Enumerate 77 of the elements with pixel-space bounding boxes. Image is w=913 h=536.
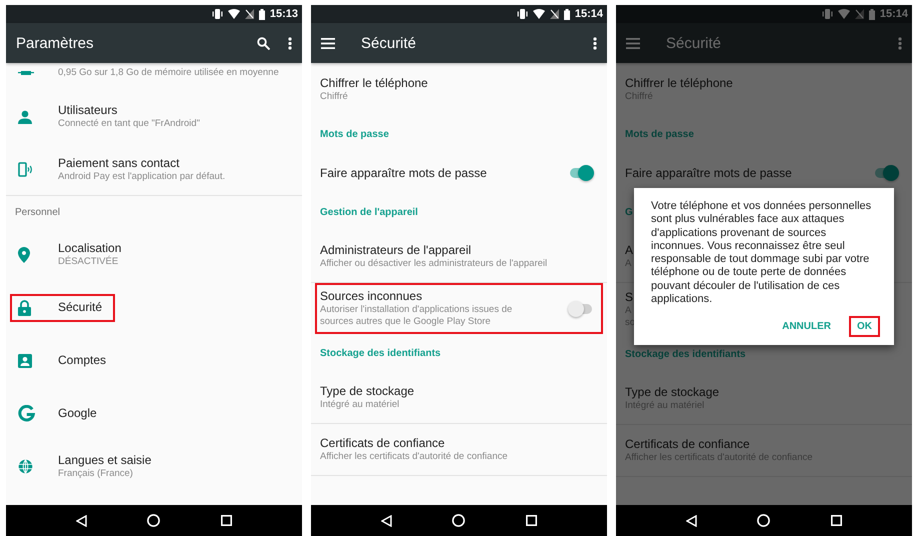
search-icon[interactable]	[257, 36, 270, 50]
home-icon[interactable]	[452, 514, 466, 527]
back-icon[interactable]	[686, 514, 698, 526]
setting-summary: Connecté en tant que "FrAndroid"	[58, 118, 200, 130]
back-icon[interactable]	[76, 514, 88, 526]
person-icon	[18, 110, 32, 124]
home-icon[interactable]	[757, 514, 770, 527]
setting-title[interactable]: Comptes	[58, 353, 106, 368]
toggle-switch[interactable]	[570, 304, 592, 314]
toolbar-title: Paramètres	[16, 34, 95, 52]
status-time: 15:14	[574, 8, 603, 20]
account-box-icon	[18, 354, 32, 368]
setting-summary: Android Pay est l'application par défaut.	[58, 170, 226, 182]
more-options-icon[interactable]	[593, 36, 597, 50]
setting-title[interactable]: Sécurité	[58, 300, 102, 315]
setting-title[interactable]: Utilisateurs	[58, 103, 118, 118]
setting-title[interactable]: Langues et saisie	[58, 453, 152, 468]
section-header: Gestion de l'appareil	[320, 206, 418, 218]
section-header: Mots de passe	[320, 128, 389, 140]
section-header: Personnel	[15, 206, 60, 218]
menu-icon[interactable]	[321, 38, 335, 48]
phone-nfc-icon	[18, 162, 33, 176]
setting-summary: Chiffré	[320, 90, 348, 102]
setting-title[interactable]: Certificats de confiance	[320, 436, 445, 451]
setting-title[interactable]: Faire apparaître mots de passe	[625, 166, 792, 180]
section-header: Mots de passe	[625, 128, 694, 140]
memory-chip-icon	[18, 70, 34, 76]
setting-title[interactable]: Google	[58, 406, 97, 421]
setting-summary: Afficher ou désactiver les administrateurs de l'appareil	[320, 258, 548, 270]
toolbar-title: Sécurité	[666, 34, 722, 52]
setting-title[interactable]: Faire apparaître mots de passe	[320, 166, 487, 180]
setting-summary: Afficher les certificats d'autorité de confiance	[320, 451, 508, 463]
setting-title[interactable]: Certificats de confiance	[625, 437, 750, 452]
wifi-icon	[532, 9, 545, 19]
wifi-icon	[838, 9, 850, 19]
no-signal-icon	[244, 9, 254, 19]
vibrate-icon	[822, 9, 833, 19]
vibrate-icon	[516, 9, 528, 19]
battery-icon	[564, 8, 570, 20]
setting-summary: Autoriser l'installation d'applications issues de sources autres que le Google Play Store	[320, 304, 512, 328]
setting-title[interactable]: Localisation	[58, 241, 122, 256]
setting-title[interactable]: Chiffrer le téléphone	[320, 76, 428, 90]
setting-summary: 0,95 Go sur 1,8 Go de mémoire utilisée en moyenne	[58, 67, 279, 79]
section-header: Stockage des identifiants	[625, 348, 746, 360]
setting-summary: DÉSACTIVÉE	[58, 256, 118, 268]
no-signal-icon	[854, 9, 864, 19]
section-header: G	[625, 206, 633, 218]
setting-title[interactable]: Sources inconnues	[320, 289, 422, 304]
g-logo-icon	[18, 405, 35, 422]
section-header: Stockage des identifiants	[320, 348, 441, 358]
lock-icon	[18, 300, 31, 316]
location-pin-icon	[18, 246, 30, 262]
globe-icon	[18, 459, 33, 474]
recents-icon[interactable]	[526, 515, 537, 526]
toolbar-title: Sécurité	[361, 34, 418, 52]
back-icon[interactable]	[381, 514, 392, 526]
setting-title[interactable]: Paiement sans contact	[58, 156, 180, 170]
setting-title[interactable]: Administrateurs de l'appareil	[320, 243, 472, 258]
wifi-icon	[228, 9, 240, 19]
setting-title[interactable]: Type de stockage	[320, 384, 414, 399]
more-options-icon[interactable]	[288, 36, 292, 50]
toggle-switch[interactable]	[875, 168, 897, 178]
status-time: 15:13	[270, 8, 298, 20]
setting-summary: Intégré au matériel	[320, 399, 400, 411]
status-time: 15:14	[880, 8, 908, 20]
setting-title[interactable]: Chiffrer le téléphone	[625, 76, 733, 90]
battery-icon	[868, 8, 875, 20]
recents-icon[interactable]	[830, 515, 842, 526]
no-signal-icon	[550, 9, 559, 19]
setting-title[interactable]: Type de stockage	[625, 385, 720, 400]
battery-icon	[258, 8, 265, 20]
toggle-switch[interactable]	[570, 168, 592, 178]
vibrate-icon	[212, 9, 223, 19]
dialog-message: Votre téléphone et vos données personnelles sont plus vulnérables face aux attaques d'applications provenant de sources inconnues. Vous reconnaissez être seul responsable de tout dommage subi par votre téléphone ou de toute perte de données pouvant découler de l'utilisation de ces applications.	[651, 200, 872, 306]
recents-icon[interactable]	[220, 515, 232, 526]
setting-summary: Français (France)	[58, 468, 133, 480]
home-icon[interactable]	[147, 514, 160, 527]
